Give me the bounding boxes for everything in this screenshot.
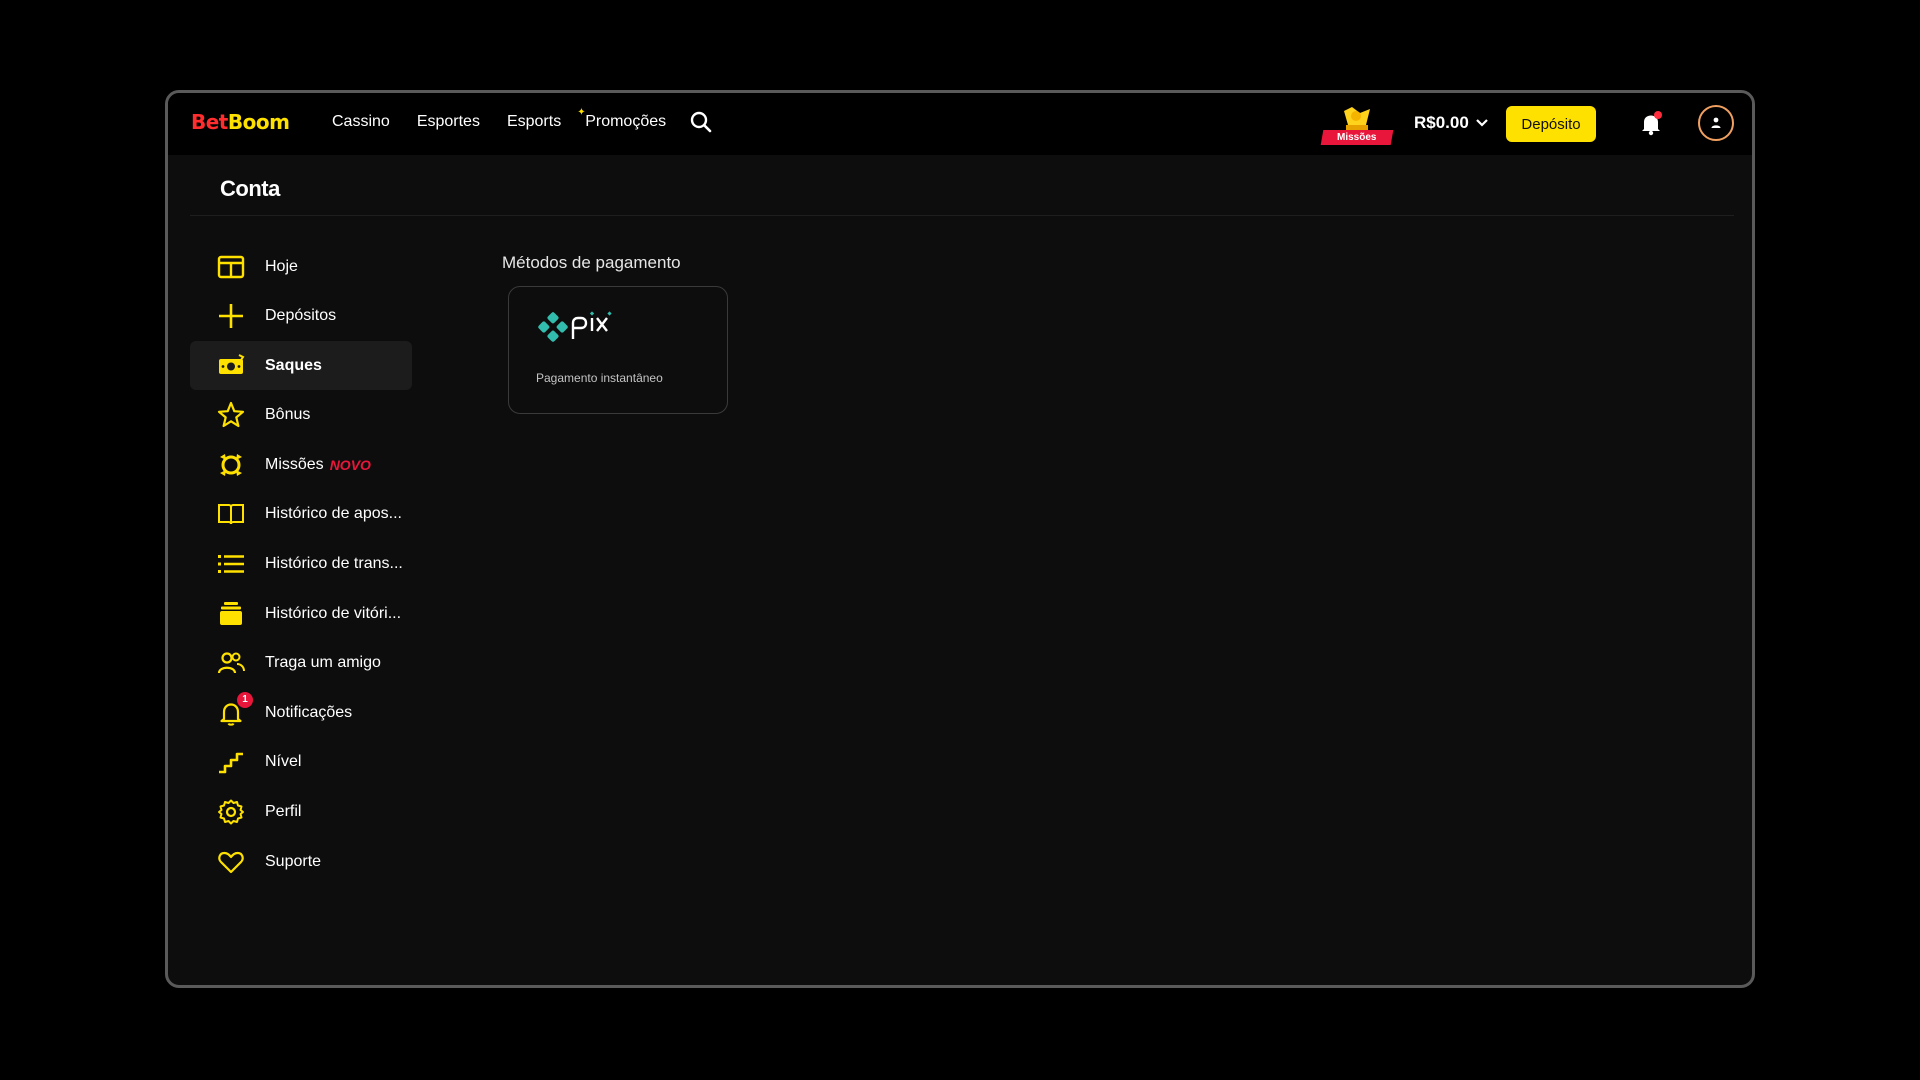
- sidebar-item-nivel[interactable]: Nível: [190, 738, 412, 787]
- sidebar-item-saques[interactable]: Saques: [190, 341, 412, 391]
- search-icon[interactable]: [688, 109, 714, 135]
- balance-value: R$0.00: [1414, 113, 1469, 132]
- sidebar-item-label: Histórico de vitóri...: [265, 604, 402, 622]
- notification-dot: [1654, 111, 1662, 119]
- missions-ribbon: Missões: [1320, 130, 1394, 145]
- sidebar-item-depositos[interactable]: Depósitos: [190, 292, 412, 341]
- notification-count-badge: 1: [237, 691, 253, 708]
- deposit-button[interactable]: Depósito: [1506, 106, 1596, 142]
- betboom-logo[interactable]: BetBoom: [191, 110, 290, 134]
- nav-cassino[interactable]: Cassino: [332, 113, 390, 131]
- star-icon: [217, 402, 245, 428]
- app-window: BetBoom Cassino Esportes Esports ✦ Promoç…: [165, 90, 1755, 988]
- plus-icon: [219, 304, 243, 329]
- sidebar-item-hoje[interactable]: Hoje: [190, 242, 412, 291]
- sidebar-item-historico-vitorias[interactable]: Histórico de vitóri...: [190, 589, 412, 638]
- sidebar-item-label: Nível: [265, 753, 302, 771]
- sidebar-item-label: Histórico de trans...: [265, 555, 403, 573]
- user-icon: [1711, 117, 1721, 128]
- sidebar-item-missoes[interactable]: Missões NOVO: [190, 440, 412, 489]
- nav-promocoes[interactable]: ✦ Promoções: [577, 107, 667, 131]
- logo-bet-text: Bet: [191, 110, 228, 134]
- title-divider: [190, 215, 1734, 216]
- sidebar-item-traga-amigo[interactable]: Traga um amigo: [190, 639, 412, 688]
- stairs-icon: [219, 753, 243, 774]
- page-title: Conta: [220, 176, 280, 201]
- money-icon: [219, 353, 245, 374]
- user-avatar[interactable]: [1698, 105, 1734, 141]
- list-icon: [218, 555, 244, 574]
- missions-icon: [220, 453, 242, 476]
- sidebar-item-notificacoes[interactable]: 1 Notificações: [190, 688, 412, 737]
- sidebar-item-label: Saques: [265, 356, 322, 374]
- users-icon: [217, 652, 245, 674]
- sidebar-item-label: Perfil: [265, 803, 302, 821]
- sidebar-item-suporte[interactable]: Suporte: [190, 837, 412, 886]
- nav-promocoes-label: Promoções: [585, 113, 667, 130]
- main-nav: Cassino Esportes Esports ✦ Promoções: [332, 107, 693, 131]
- missions-button[interactable]: Missões: [1318, 103, 1396, 147]
- payment-method-card-pix[interactable]: Pagamento instantâneo: [508, 286, 728, 414]
- top-header: BetBoom Cassino Esportes Esports ✦ Promoç…: [168, 93, 1752, 155]
- stack-icon: [220, 601, 242, 625]
- sidebar-item-label: Notificações: [265, 703, 353, 721]
- book-icon: [218, 504, 244, 525]
- nav-esports[interactable]: Esports: [507, 113, 561, 131]
- sidebar-item-historico-transacoes[interactable]: Histórico de trans...: [190, 540, 412, 589]
- sidebar-item-historico-apostas[interactable]: Histórico de apos...: [190, 490, 412, 539]
- sidebar-item-bonus[interactable]: Bônus: [190, 391, 412, 440]
- sidebar-item-label: Depósitos: [265, 307, 337, 325]
- nav-esportes[interactable]: Esportes: [417, 113, 480, 131]
- trophy-icon: [1344, 107, 1370, 130]
- payment-methods-title: Métodos de pagamento: [502, 253, 681, 272]
- sidebar-item-label: Traga um amigo: [265, 654, 381, 672]
- missions-label: Missões: [1337, 132, 1377, 143]
- heart-icon: [218, 851, 244, 873]
- balance-dropdown[interactable]: R$0.00: [1414, 113, 1489, 133]
- pix-logo-icon: [538, 311, 612, 342]
- sparkle-icon: ✦: [577, 107, 586, 118]
- new-tag: NOVO: [329, 456, 371, 473]
- account-sidebar: Hoje Depósitos Saques Bônus Missões NOVO…: [190, 242, 412, 887]
- logo-boom-text: Boom: [227, 110, 290, 134]
- bell-icon: 1: [217, 691, 253, 727]
- layout-columns-icon: [217, 255, 245, 278]
- gear-icon: [218, 799, 244, 825]
- sidebar-item-label: Suporte: [265, 852, 322, 870]
- sidebar-item-perfil[interactable]: Perfil: [190, 788, 412, 837]
- payment-method-description: Pagamento instantâneo: [536, 371, 663, 385]
- sidebar-item-label: Histórico de apos...: [265, 505, 402, 523]
- notifications-bell-icon[interactable]: [1638, 111, 1664, 137]
- sidebar-item-label: Bônus: [265, 406, 311, 424]
- sidebar-item-label: Missões: [265, 455, 324, 473]
- chevron-down-icon: [1476, 119, 1488, 127]
- sidebar-item-label: Hoje: [265, 257, 298, 275]
